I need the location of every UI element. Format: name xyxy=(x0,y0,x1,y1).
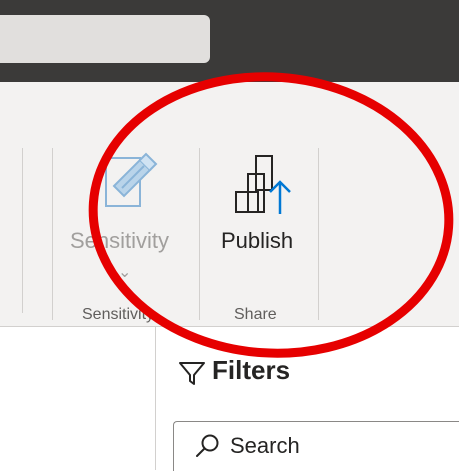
sensitivity-label: Sensitivity xyxy=(70,228,170,253)
title-bar-search-box[interactable] xyxy=(0,15,210,63)
filters-search-input[interactable]: Search xyxy=(230,433,430,459)
ribbon-group-divider xyxy=(318,148,319,320)
ribbon: e xyxy=(0,82,459,363)
search-icon xyxy=(196,434,219,457)
publish-label: Publish xyxy=(221,228,294,253)
share-group-label: Share xyxy=(234,306,277,323)
ribbon-group-divider xyxy=(199,148,200,320)
sensitivity-group-label: Sensitivity xyxy=(82,306,155,323)
filters-title: Filters xyxy=(212,355,291,385)
report-canvas-area xyxy=(0,327,155,470)
ribbon-group-divider xyxy=(52,148,53,320)
publish-icon xyxy=(235,155,291,214)
sensitivity-label-icon xyxy=(105,152,158,207)
funnel-icon xyxy=(179,362,205,385)
ribbon-separator xyxy=(22,148,23,313)
chevron-down-icon: ⌄ xyxy=(118,264,132,281)
app-title-bar xyxy=(0,0,459,82)
